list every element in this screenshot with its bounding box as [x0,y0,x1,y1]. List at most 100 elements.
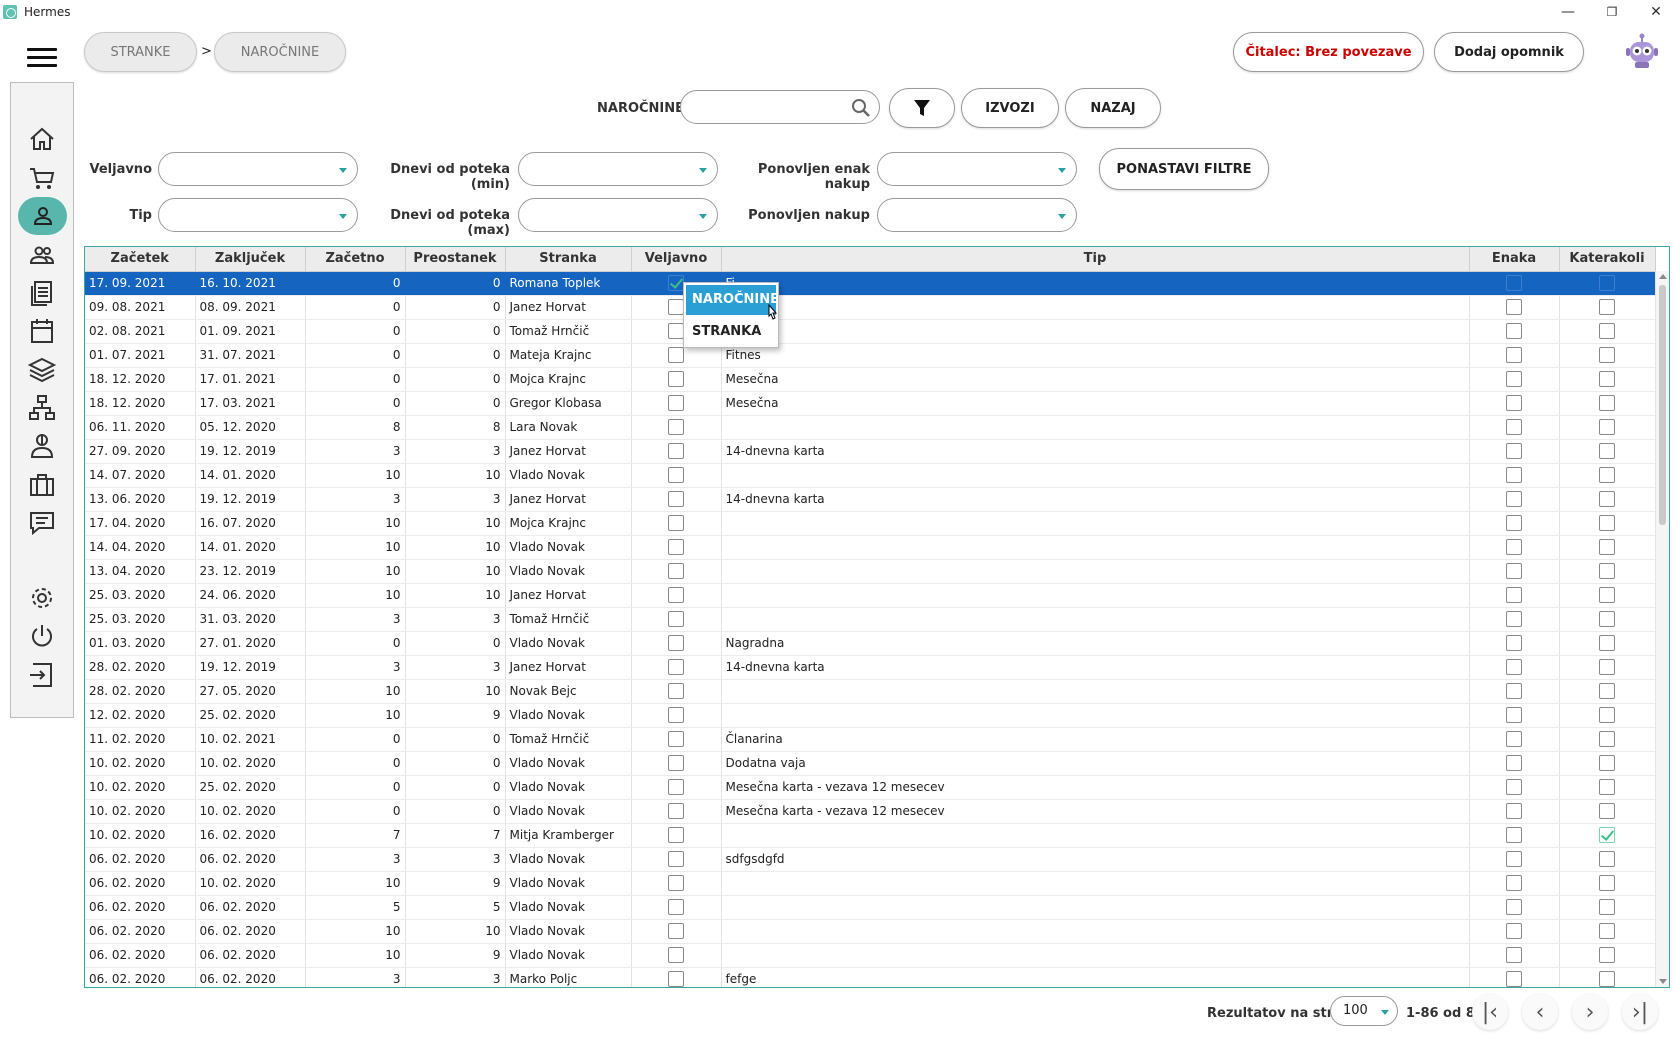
checkbox[interactable] [1599,563,1615,579]
context-menu-item-narocnine[interactable]: NAROČNINE [686,285,779,315]
checkbox[interactable] [1506,803,1522,819]
table-row[interactable]: 06. 02. 2020 06. 02. 2020 5 5 Vlado Novak [85,895,1656,920]
checkbox[interactable] [668,539,684,555]
checkbox[interactable] [668,971,684,987]
checkbox[interactable] [1599,539,1615,555]
checkbox[interactable] [668,275,684,291]
next-page-button[interactable]: › [1572,994,1608,1030]
checkbox[interactable] [1506,347,1522,363]
checkbox[interactable] [1506,563,1522,579]
maximize-button[interactable]: ❐ [1589,0,1635,24]
column-header[interactable]: Veljavno [631,247,722,272]
scroll-down-icon[interactable] [1659,979,1667,984]
checkbox[interactable] [1506,659,1522,675]
table-row[interactable]: 10. 02. 2020 10. 02. 2020 0 0 Vlado Novak Mes… [85,799,1656,824]
checkbox[interactable] [668,347,684,363]
table-row[interactable]: 28. 02. 2020 27. 05. 2020 10 10 Novak Bejc [85,679,1656,704]
type-select[interactable] [158,198,358,232]
checkbox[interactable] [668,419,684,435]
checkbox[interactable] [1599,515,1615,531]
search-input[interactable] [680,90,880,124]
checkbox[interactable] [668,491,684,507]
checkbox[interactable] [1506,419,1522,435]
sidebar-item-trainer[interactable] [17,427,67,465]
days-min-select[interactable] [518,152,718,186]
checkbox[interactable] [1599,611,1615,627]
checkbox[interactable] [668,899,684,915]
checkbox[interactable] [668,515,684,531]
checkbox[interactable] [1599,659,1615,675]
table-row[interactable]: 13. 06. 2020 19. 12. 2019 3 3 Janez Horvat 14… [85,487,1656,512]
sidebar-item-network[interactable] [17,389,67,427]
valid-select[interactable] [158,152,358,186]
checkbox[interactable] [1599,491,1615,507]
checkbox[interactable] [668,851,684,867]
checkbox[interactable] [1599,275,1615,291]
table-row[interactable]: 17. 09. 202116. 10. 202100Romana ToplekF… [85,271,1656,296]
table-row[interactable]: 06. 02. 2020 06. 02. 2020 3 3 Vlado Novak sdf… [85,847,1656,872]
checkbox[interactable] [1506,707,1522,723]
column-header[interactable]: Enaka [1469,247,1560,272]
page-size-select[interactable]: 100 [1330,996,1398,1026]
checkbox[interactable] [1506,827,1522,843]
table-row[interactable]: 17. 04. 2020 16. 07. 2020 10 10 Mojca Krajnc [85,511,1656,536]
checkbox[interactable] [668,467,684,483]
minimize-button[interactable]: — [1545,0,1591,24]
checkbox[interactable] [1506,875,1522,891]
checkbox[interactable] [668,587,684,603]
column-header[interactable]: Preostanek [405,247,506,272]
close-button[interactable]: ✕ [1633,0,1679,24]
checkbox[interactable] [668,635,684,651]
table-row[interactable]: 13. 04. 2020 23. 12. 2019 10 10 Vlado Novak [85,559,1656,584]
scroll-thumb[interactable] [1659,285,1666,525]
checkbox[interactable] [668,299,684,315]
repeated-same-select[interactable] [877,152,1077,186]
sidebar-item-home[interactable] [17,120,67,158]
filter-button[interactable] [889,88,955,128]
table-row[interactable]: 25. 03. 2020 31. 03. 2020 3 3 Tomaž Hrnčič [85,607,1656,632]
reader-status-button[interactable]: Čitalec: Brez povezave [1233,32,1424,72]
column-header[interactable]: Katerakoli [1559,247,1656,272]
sidebar-item-messages[interactable] [17,504,67,542]
checkbox[interactable] [1599,395,1615,411]
table-row[interactable]: 06. 02. 2020 10. 02. 2020 10 9 Vlado Novak [85,871,1656,896]
table-row[interactable]: 18. 12. 2020 17. 03. 2021 0 0 Gregor Klobasa… [85,391,1656,416]
checkbox[interactable] [1599,875,1615,891]
column-header[interactable]: Zaključek [195,247,306,272]
checkbox[interactable] [1506,923,1522,939]
table-row[interactable]: 12. 02. 2020 25. 02. 2020 10 9 Vlado Novak [85,703,1656,728]
checkbox[interactable] [668,947,684,963]
checkbox[interactable] [1506,275,1522,291]
checkbox[interactable] [668,755,684,771]
checkbox[interactable] [1599,899,1615,915]
checkbox[interactable] [668,803,684,819]
checkbox[interactable] [1506,971,1522,987]
checkbox[interactable] [1506,611,1522,627]
checkbox[interactable] [1599,371,1615,387]
checkbox[interactable] [1599,923,1615,939]
days-max-select[interactable] [518,198,718,232]
sidebar-item-power[interactable] [17,617,67,655]
checkbox[interactable] [1599,947,1615,963]
checkbox[interactable] [1506,635,1522,651]
table-row[interactable]: 01. 03. 2020 27. 01. 2020 0 0 Vlado Novak Nag… [85,631,1656,656]
sidebar-item-documents[interactable] [17,274,67,312]
column-header[interactable]: Začetno [305,247,406,272]
checkbox[interactable] [1599,851,1615,867]
table-row[interactable]: 10. 02. 2020 10. 02. 2020 0 0 Vlado Novak Dod… [85,751,1656,776]
table-row[interactable]: 25. 03. 2020 24. 06. 2020 10 10 Janez Horvat [85,583,1656,608]
reset-filters-button[interactable]: PONASTAVI FILTRE [1099,148,1269,190]
checkbox[interactable] [1506,683,1522,699]
sidebar-item-calendar[interactable] [17,312,67,350]
checkbox[interactable] [1506,899,1522,915]
table-row[interactable]: 01. 07. 2021 31. 07. 2021 0 0 Mateja Krajnc F… [85,343,1656,368]
subscriptions-table[interactable]: Začetek Zaključek Začetno Preostanek Stranka… [84,246,1670,988]
checkbox[interactable] [668,563,684,579]
menu-icon[interactable] [27,48,57,68]
sidebar-item-groups[interactable] [17,236,67,274]
checkbox[interactable] [1506,779,1522,795]
checkbox[interactable] [1506,395,1522,411]
scroll-up-icon[interactable] [1659,274,1667,279]
add-reminder-button[interactable]: Dodaj opomnik [1434,32,1584,72]
table-row[interactable]: 06. 02. 2020 06. 02. 2020 10 9 Vlado Novak [85,943,1656,968]
